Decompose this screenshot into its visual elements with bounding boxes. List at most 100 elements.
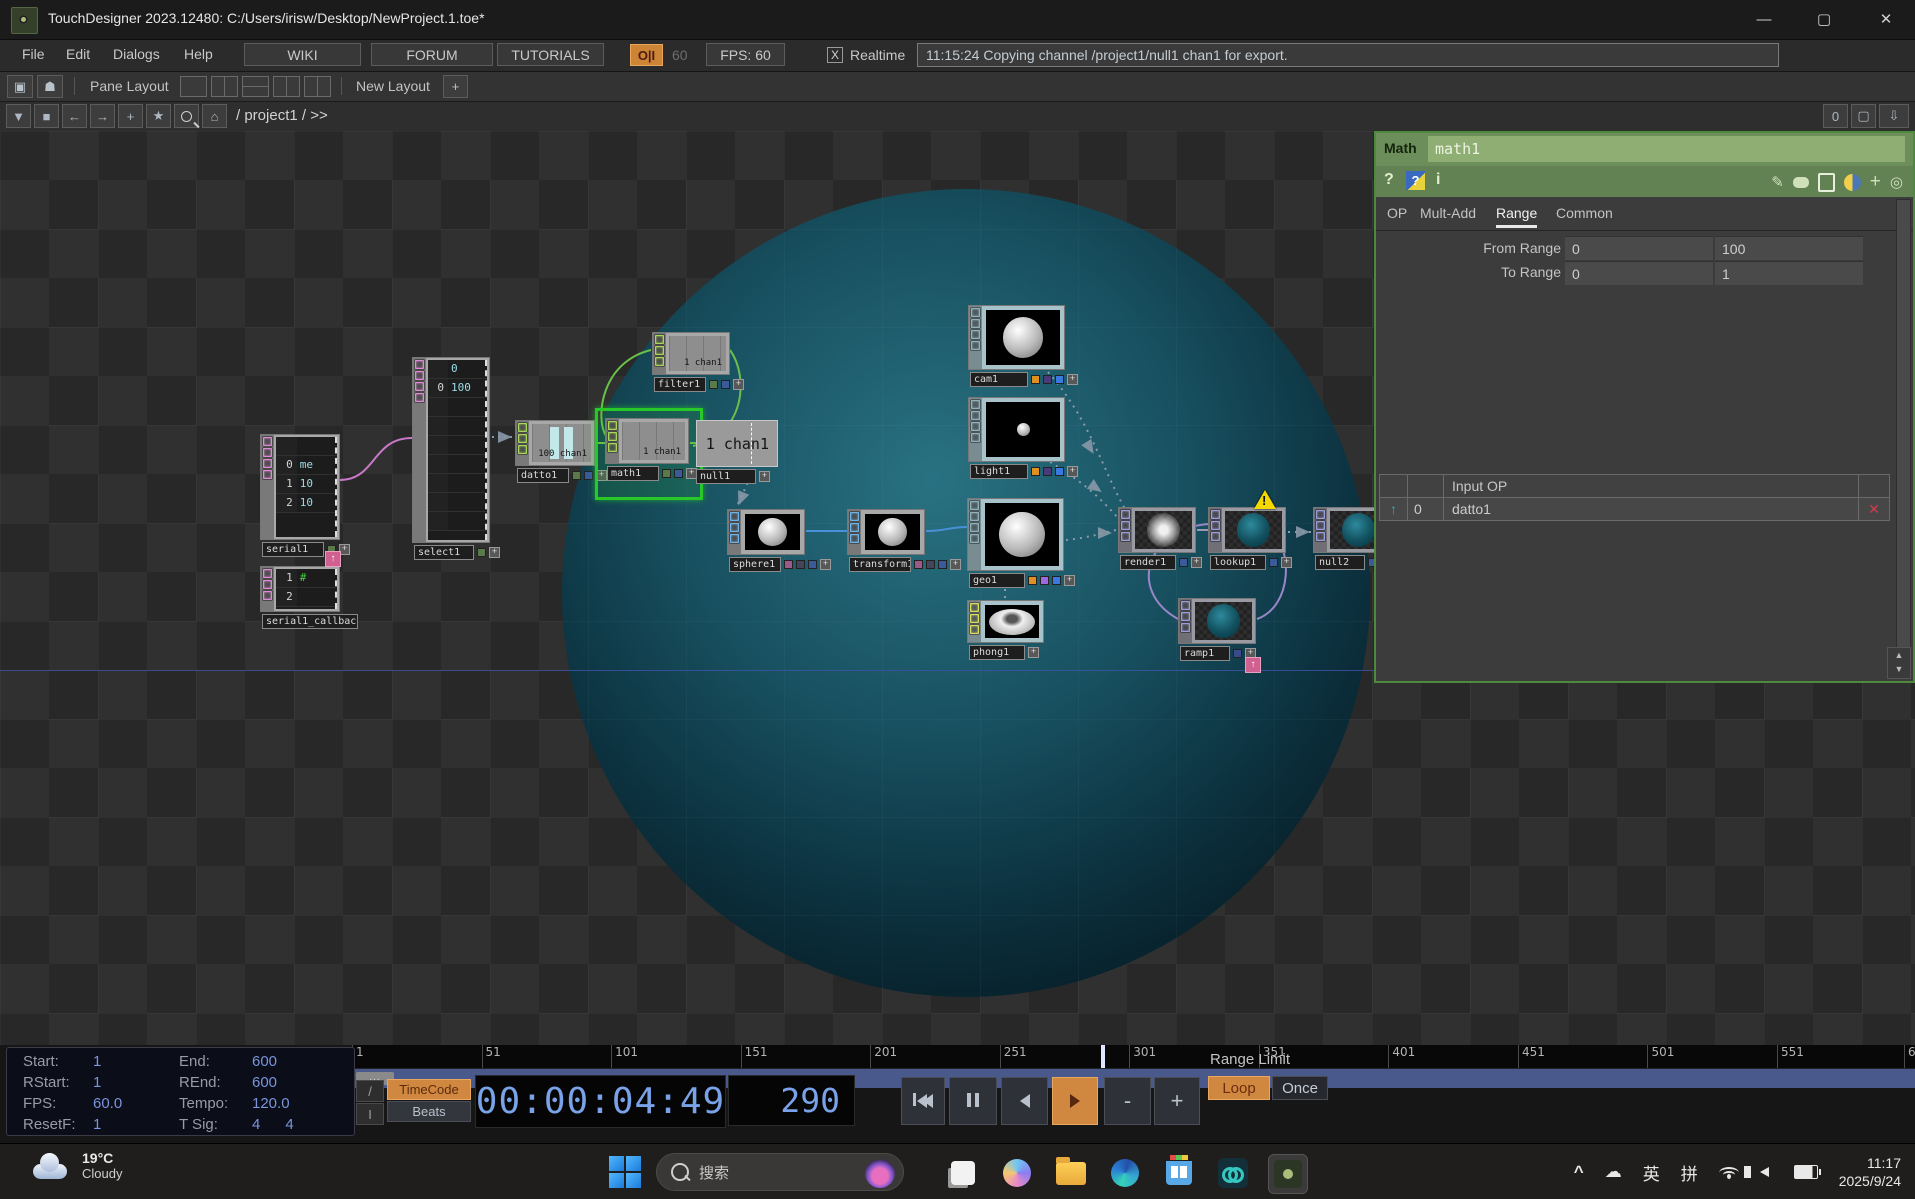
microsoft-store-button[interactable] bbox=[1160, 1154, 1198, 1192]
node-viewer-flag[interactable]: + bbox=[1028, 647, 1039, 658]
timeline-setting-value[interactable]: 600 bbox=[252, 1052, 277, 1072]
node-flag[interactable] bbox=[1028, 576, 1037, 585]
node-flag[interactable] bbox=[1055, 375, 1064, 384]
maximize-pane-button[interactable]: ▢ bbox=[1851, 104, 1876, 128]
node-label-ramp1[interactable]: ramp1 bbox=[1180, 646, 1230, 661]
beats-mode-button[interactable]: Beats bbox=[387, 1101, 471, 1122]
integer-mode-button[interactable]: I bbox=[356, 1103, 384, 1125]
add-op-button[interactable]: + bbox=[118, 104, 143, 128]
node-label-math1[interactable]: math1 bbox=[607, 466, 659, 481]
node-label-light1[interactable]: light1 bbox=[970, 464, 1028, 479]
tab-mult-add[interactable]: Mult-Add bbox=[1420, 205, 1476, 221]
slash-mode-button[interactable]: / bbox=[356, 1080, 384, 1102]
node-filter1[interactable]: 1 chan1 bbox=[652, 332, 730, 375]
node-phong1[interactable] bbox=[967, 600, 1044, 643]
node-label-null1[interactable]: null1 bbox=[696, 469, 756, 484]
node-flag[interactable] bbox=[477, 548, 486, 557]
back-button[interactable]: ← bbox=[62, 104, 87, 128]
node-flag[interactable] bbox=[938, 560, 947, 569]
comment-icon[interactable] bbox=[1793, 177, 1809, 188]
node-datto1[interactable]: 100 chan1 bbox=[515, 420, 595, 466]
collapse-pane-button[interactable]: ⇩ bbox=[1879, 104, 1909, 128]
stop-button[interactable]: ■ bbox=[34, 104, 59, 128]
node-flag[interactable] bbox=[721, 380, 730, 389]
tab-common[interactable]: Common bbox=[1556, 205, 1613, 221]
node-viewer-flag[interactable]: + bbox=[950, 559, 961, 570]
node-flag[interactable] bbox=[674, 469, 683, 478]
layout-single-button[interactable] bbox=[180, 76, 207, 97]
node-viewer-flag[interactable]: + bbox=[1064, 575, 1075, 586]
ime-pinyin-indicator[interactable]: 拼 bbox=[1681, 1160, 1698, 1185]
anchor-icon[interactable]: ☗ bbox=[37, 75, 63, 98]
timeline-setting-value[interactable]: 600 bbox=[252, 1073, 277, 1093]
media-app-button[interactable] bbox=[1214, 1154, 1252, 1192]
node-label-datto1[interactable]: datto1 bbox=[517, 468, 569, 483]
timeline-setting-value[interactable]: 1 bbox=[93, 1073, 101, 1093]
node-viewer-flag[interactable]: + bbox=[1067, 374, 1078, 385]
node-label-filter1[interactable]: filter1 bbox=[654, 377, 706, 392]
scroll-down-icon[interactable]: ▼ bbox=[1888, 662, 1910, 676]
bookmark-star-button[interactable]: ★ bbox=[146, 104, 171, 128]
node-flag[interactable] bbox=[1040, 576, 1049, 585]
copilot-button[interactable] bbox=[998, 1154, 1036, 1192]
realtime-checkbox[interactable]: X bbox=[827, 47, 843, 63]
docked-link-tag[interactable]: ↑ bbox=[325, 551, 341, 567]
from-range-min-field[interactable]: 0 bbox=[1565, 236, 1713, 260]
midi-oi-indicator[interactable]: O|I bbox=[630, 44, 663, 66]
battery-icon[interactable] bbox=[1794, 1165, 1818, 1179]
ime-english-indicator[interactable]: 英 bbox=[1643, 1160, 1660, 1185]
to-range-min-field[interactable]: 0 bbox=[1565, 261, 1713, 285]
node-null1[interactable]: 1 chan1 bbox=[696, 420, 778, 467]
node-light1[interactable] bbox=[968, 397, 1065, 462]
node-label-null2[interactable]: null2 bbox=[1315, 555, 1365, 570]
forward-button[interactable]: → bbox=[90, 104, 115, 128]
bullseye-icon[interactable]: ◎ bbox=[1890, 173, 1903, 191]
node-flag[interactable] bbox=[796, 560, 805, 569]
layout-split-horizontal-button[interactable] bbox=[242, 76, 269, 97]
minimize-button[interactable]: — bbox=[1735, 0, 1793, 38]
node-flag[interactable] bbox=[784, 560, 793, 569]
node-flag[interactable] bbox=[1179, 558, 1188, 567]
node-flag[interactable] bbox=[584, 471, 593, 480]
node-viewer-flag[interactable]: + bbox=[820, 559, 831, 570]
warning-icon[interactable] bbox=[1254, 490, 1276, 509]
python-help-icon[interactable]: ? bbox=[1406, 171, 1425, 190]
node-viewer-flag[interactable]: + bbox=[489, 547, 500, 558]
copy-parameters-icon[interactable] bbox=[1818, 173, 1835, 192]
node-cam1[interactable] bbox=[968, 305, 1065, 370]
tab-range[interactable]: Range bbox=[1496, 205, 1537, 228]
node-label-serial1[interactable]: serial1 bbox=[262, 542, 324, 557]
node-flag[interactable] bbox=[1055, 467, 1064, 476]
node-select1[interactable]: 00100 bbox=[412, 357, 490, 543]
child-count-indicator[interactable]: 0 bbox=[1823, 104, 1848, 128]
to-range-max-field[interactable]: 1 bbox=[1715, 261, 1863, 285]
node-label-geo1[interactable]: geo1 bbox=[969, 573, 1025, 588]
maximize-button[interactable]: ▢ bbox=[1795, 0, 1853, 38]
play-reverse-button[interactable] bbox=[1001, 1077, 1048, 1125]
volume-icon[interactable] bbox=[1760, 1167, 1769, 1177]
loop-button[interactable]: Loop bbox=[1208, 1076, 1270, 1100]
node-flag[interactable] bbox=[1031, 467, 1040, 476]
node-flag[interactable] bbox=[1043, 375, 1052, 384]
info-icon[interactable]: i bbox=[1436, 171, 1440, 189]
op-name-field[interactable]: math1 bbox=[1428, 136, 1905, 162]
node-lookup1[interactable] bbox=[1208, 507, 1286, 553]
menu-edit[interactable]: Edit bbox=[66, 46, 90, 62]
weather-widget[interactable]: 19°C Cloudy bbox=[30, 1150, 122, 1181]
task-view-button[interactable] bbox=[944, 1154, 982, 1192]
jump-to-start-button[interactable] bbox=[901, 1077, 945, 1125]
node-flag[interactable] bbox=[662, 469, 671, 478]
node-flag[interactable] bbox=[572, 471, 581, 480]
node-geo1[interactable] bbox=[967, 498, 1064, 571]
start-button[interactable] bbox=[608, 1155, 642, 1189]
timeline-setting-value[interactable]: 1 bbox=[93, 1115, 101, 1135]
tray-chevron-icon[interactable]: ^ bbox=[1574, 1162, 1584, 1182]
node-flag[interactable] bbox=[1052, 576, 1061, 585]
once-button[interactable]: Once bbox=[1272, 1076, 1328, 1100]
pane-menu-button[interactable]: ▼ bbox=[6, 104, 31, 128]
fps-field[interactable]: FPS: 60 bbox=[706, 43, 785, 66]
edit-pencil-icon[interactable]: ✎ bbox=[1771, 173, 1784, 191]
timeline-setting-value[interactable]: 1 bbox=[93, 1052, 101, 1072]
forum-button[interactable]: FORUM bbox=[371, 43, 493, 66]
node-viewer-flag[interactable]: + bbox=[1191, 557, 1202, 568]
